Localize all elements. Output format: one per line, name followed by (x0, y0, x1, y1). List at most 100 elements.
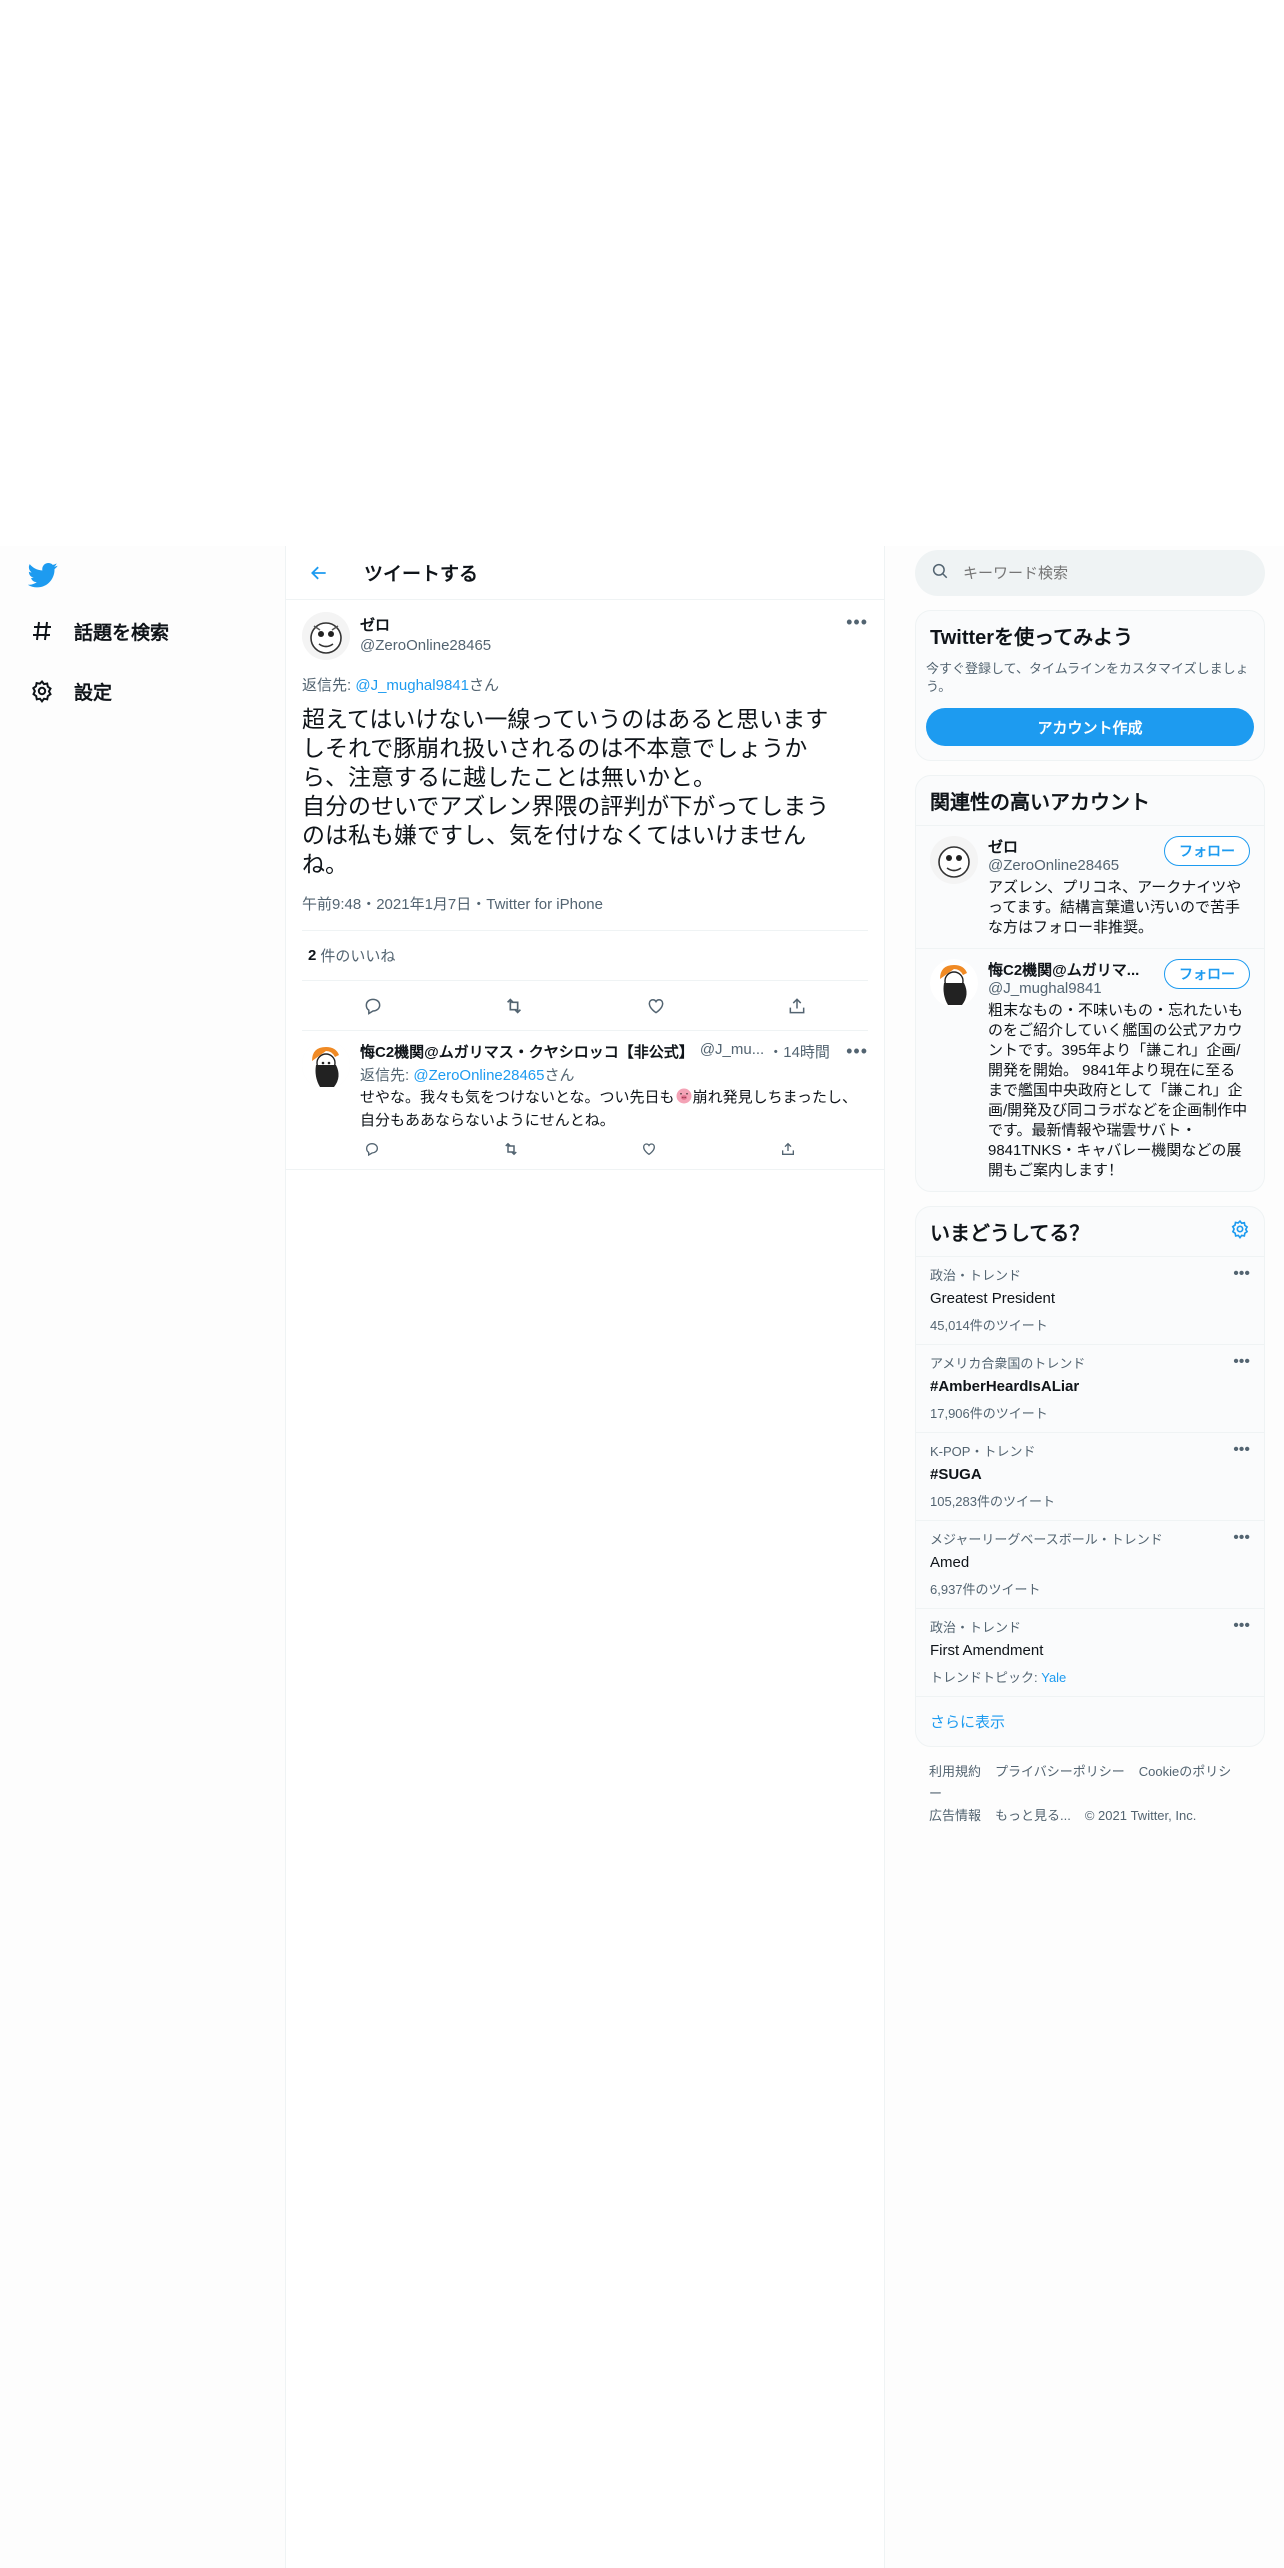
reply-display-name[interactable]: 悔C2機関@ムガリマス・クヤシロッコ【非公式】 (360, 1041, 694, 1062)
nav-explore-label: 話題を検索 (74, 622, 170, 644)
reply-to-prefix: 返信先: (360, 1067, 414, 1084)
more-options-icon[interactable]: ••• (1233, 1617, 1250, 1635)
trend-context: 政治・トレンド (930, 1268, 1022, 1283)
main-column: ツイートする ゼロ @ZeroOnline28465 ••• 返信先: @J_m… (285, 546, 885, 2568)
account-name[interactable]: 悔C2機関@ムガリマ... (988, 959, 1139, 980)
related-account[interactable]: 悔C2機関@ムガリマ... @J_mughal9841 フォロー 粗末なもの・不… (916, 948, 1264, 1191)
reply-text-before: せやな。我々も気をつけないとな。つい先日も (360, 1089, 675, 1106)
reply-to-line: 返信先: @J_mughal9841さん (302, 674, 868, 695)
reply-tweet[interactable]: 悔C2機関@ムガリマス・クヤシロッコ【非公式】 @J_mu... ・14時間 返… (286, 1031, 884, 1170)
focused-tweet: ゼロ @ZeroOnline28465 ••• 返信先: @J_mughal98… (286, 600, 884, 1031)
footer: 利用規約 プライバシーポリシー Cookieのポリシー 広告情報 もっと見る... © … (915, 1747, 1265, 1841)
account-handle[interactable]: @J_mughal9841 (988, 980, 1139, 997)
account-bio: アズレン、プリコネ、アークナイツやってます。結構言葉遣い汚いので苦手な方はフォロ… (988, 879, 1242, 936)
like-icon[interactable] (639, 989, 673, 1023)
more-options-icon[interactable]: ••• (1233, 1353, 1250, 1371)
reply-to-prefix: 返信先: (302, 677, 356, 694)
trend-item[interactable]: メジャーリーグベースボール・トレンド Amed 6,937件のツイート ••• (916, 1520, 1264, 1608)
reply-to-suffix: さん (544, 1067, 575, 1084)
author-handle[interactable]: @ZeroOnline28465 (360, 637, 491, 654)
reply-to-line: 返信先: @ZeroOnline28465さん (360, 1064, 868, 1085)
trend-item[interactable]: 政治・トレンド First Amendment トレンドトピック: Yale •… (916, 1608, 1264, 1696)
nav-explore[interactable]: 話題を検索 (28, 611, 169, 651)
trend-count: 45,014件のツイート (930, 1318, 1048, 1333)
reply-to-handle-link[interactable]: @ZeroOnline28465 (413, 1067, 544, 1084)
likes-count-row[interactable]: 2 件のいいね (302, 931, 868, 981)
twitter-logo-icon[interactable] (27, 560, 62, 594)
trends-title: いまどうしてる？ (930, 1223, 1090, 1245)
reply-actions (360, 1137, 800, 1161)
trend-name: Greatest President (930, 1290, 1056, 1307)
reply-icon[interactable] (360, 1137, 384, 1161)
hashtag-icon (28, 617, 56, 645)
trend-name: #AmberHeardIsALiar (930, 1378, 1080, 1395)
follow-button[interactable]: フォロー (1164, 959, 1250, 989)
back-arrow-icon[interactable] (302, 556, 336, 590)
footer-link-ads[interactable]: 広告情報 (929, 1808, 981, 1823)
reply-handle[interactable]: @J_mu... (700, 1041, 764, 1062)
avatar[interactable] (930, 836, 978, 884)
account-handle[interactable]: @ZeroOnline28465 (988, 857, 1119, 874)
author-display-name[interactable]: ゼロ (360, 614, 491, 635)
trend-count: 6,937件のツイート (930, 1582, 1041, 1597)
create-account-button[interactable]: アカウント作成 (926, 708, 1254, 746)
signup-text: 今すぐ登録して、タイムラインをカスタマイズしましょう。 (926, 661, 1249, 694)
trend-context: メジャーリーグベースボール・トレンド (930, 1532, 1163, 1547)
show-more-link[interactable]: さらに表示 (916, 1696, 1264, 1746)
footer-link-more[interactable]: もっと見る... (995, 1808, 1071, 1823)
trend-item[interactable]: 政治・トレンド Greatest President 45,014件のツイート … (916, 1256, 1264, 1344)
page-title: ツイートする (364, 564, 479, 585)
pig-face-icon (675, 1087, 693, 1111)
related-title: 関連性の高いアカウント (930, 792, 1150, 814)
trend-count: 105,283件のツイート (930, 1494, 1055, 1509)
more-options-icon[interactable]: ••• (846, 612, 868, 633)
trend-context: 政治・トレンド (930, 1620, 1022, 1635)
trend-topic-link[interactable]: Yale (1041, 1670, 1066, 1685)
retweet-icon[interactable] (499, 1137, 523, 1161)
trend-item[interactable]: アメリカ合衆国のトレンド #AmberHeardIsALiar 17,906件の… (916, 1344, 1264, 1432)
share-icon[interactable] (776, 1137, 800, 1161)
nav-settings-label: 設定 (74, 682, 113, 704)
right-sidebar: Twitterを使ってみよう 今すぐ登録して、タイムラインをカスタマイズしましょ… (915, 546, 1265, 1841)
trends-card: いまどうしてる？ 政治・トレンド Greatest President 45,0… (915, 1206, 1265, 1747)
nav-settings[interactable]: 設定 (28, 671, 112, 711)
signup-card: Twitterを使ってみよう 今すぐ登録して、タイムラインをカスタマイズしましょ… (915, 610, 1265, 761)
footer-link-privacy[interactable]: プライバシーポリシー (995, 1764, 1125, 1779)
share-icon[interactable] (780, 989, 814, 1023)
reply-time[interactable]: ・14時間 (768, 1041, 830, 1062)
avatar[interactable] (302, 612, 350, 660)
tweet-text: 超えてはいけない一線っていうのはあると思います しそれで豚崩れ扱いされるのは不本… (302, 706, 830, 877)
avatar[interactable] (930, 959, 978, 1007)
likes-count: 2 (308, 947, 317, 964)
settings-gear-icon[interactable] (1230, 1219, 1250, 1244)
reply-icon[interactable] (356, 989, 390, 1023)
retweet-icon[interactable] (497, 989, 531, 1023)
trend-topic: トレンドトピック: Yale (930, 1667, 1250, 1686)
reply-to-suffix: さん (468, 677, 499, 694)
more-options-icon[interactable]: ••• (846, 1041, 868, 1062)
main-header: ツイートする (286, 546, 884, 600)
tweet-timestamp[interactable]: 午前9:48・2021年1月7日・Twitter for iPhone (302, 893, 868, 931)
follow-button[interactable]: フォロー (1164, 836, 1250, 866)
trend-name: #SUGA (930, 1466, 982, 1483)
trend-count: 17,906件のツイート (930, 1406, 1048, 1421)
more-options-icon[interactable]: ••• (1233, 1441, 1250, 1459)
trend-context: K-POP・トレンド (930, 1444, 1036, 1459)
related-account[interactable]: ゼロ @ZeroOnline28465 フォロー アズレン、プリコネ、アークナイ… (916, 825, 1264, 948)
trend-item[interactable]: K-POP・トレンド #SUGA 105,283件のツイート ••• (916, 1432, 1264, 1520)
search-bar[interactable] (915, 550, 1265, 596)
like-icon[interactable] (637, 1137, 661, 1161)
more-options-icon[interactable]: ••• (1233, 1265, 1250, 1283)
signup-title: Twitterを使ってみよう (930, 627, 1134, 649)
copyright: © 2021 Twitter, Inc. (1084, 1808, 1197, 1823)
account-name[interactable]: ゼロ (988, 836, 1119, 857)
footer-link-terms[interactable]: 利用規約 (929, 1764, 981, 1779)
search-icon (931, 562, 949, 585)
reply-text: せやな。我々も気をつけないとな。つい先日も 崩れ発見しちまったし、自分もああならな… (360, 1087, 868, 1131)
reply-avatar[interactable] (302, 1041, 350, 1089)
more-options-icon[interactable]: ••• (1233, 1529, 1250, 1547)
reply-to-handle-link[interactable]: @J_mughal9841 (355, 677, 469, 694)
search-input[interactable] (963, 564, 1233, 582)
account-bio: 粗末なもの・不味いもの・忘れたいものをご紹介していく艦国の公式アカウントです。3… (988, 1002, 1248, 1179)
related-accounts-card: 関連性の高いアカウント ゼロ @ZeroOnline28465 フォロー アズレ… (915, 775, 1265, 1192)
